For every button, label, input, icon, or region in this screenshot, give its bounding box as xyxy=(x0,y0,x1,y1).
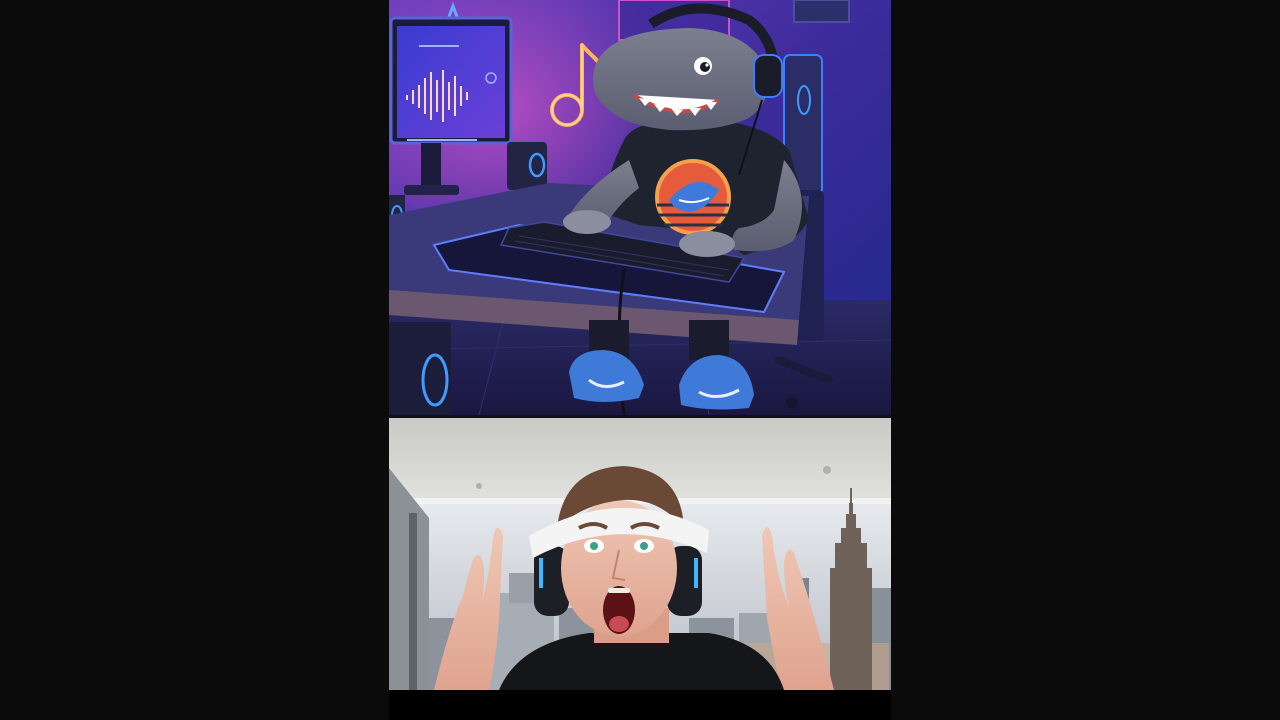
reaction-scene xyxy=(389,418,891,690)
video-stage[interactable] xyxy=(389,0,891,720)
bottom-black-bar xyxy=(389,690,891,720)
webcam-panel xyxy=(389,418,891,690)
letterbox-right xyxy=(891,0,1280,720)
letterbox-left xyxy=(0,0,389,720)
illustration-panel xyxy=(389,0,891,415)
shark-gamer-illustration xyxy=(389,0,891,415)
